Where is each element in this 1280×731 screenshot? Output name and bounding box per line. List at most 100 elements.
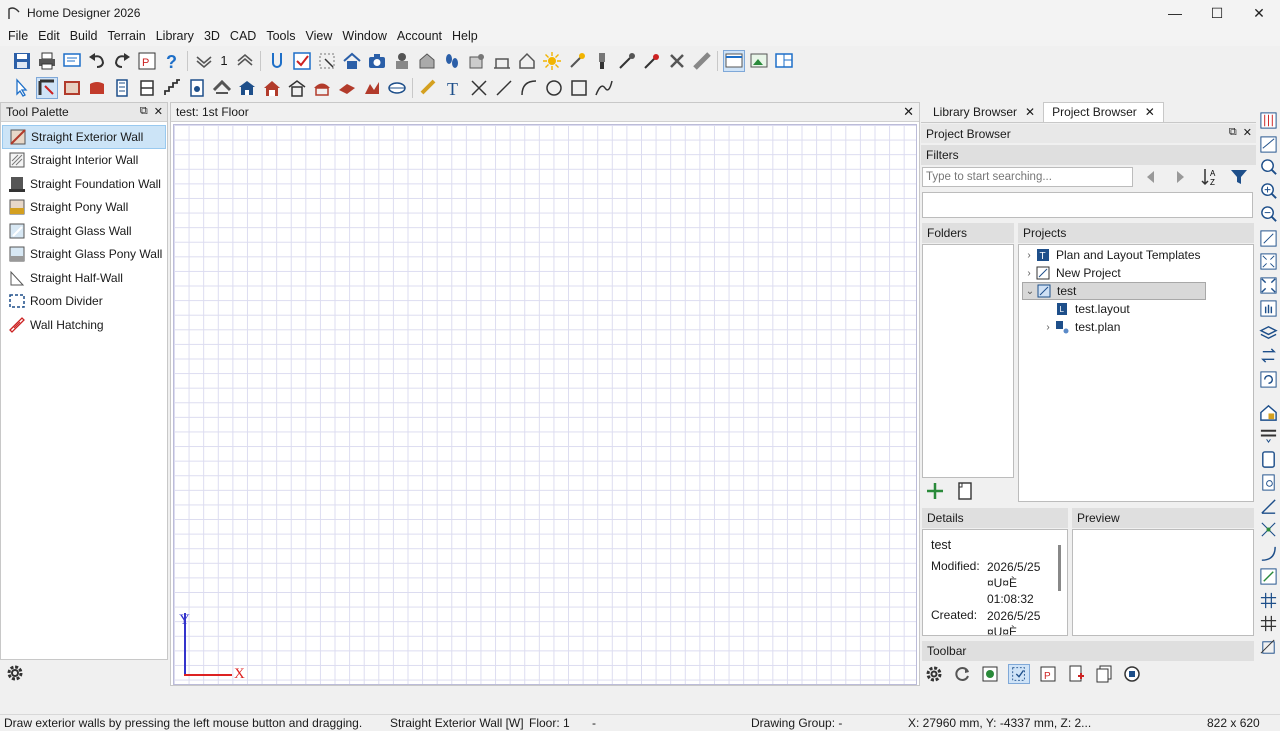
palette-item-straight-half-wall[interactable]: Straight Half-Wall <box>2 266 166 290</box>
close-icon[interactable]: ✕ <box>903 104 914 120</box>
plan-view-icon[interactable]: P <box>136 50 158 72</box>
menu-build[interactable]: Build <box>65 26 103 46</box>
menu-3d[interactable]: 3D <box>199 26 225 46</box>
material-eyedropper-icon[interactable] <box>616 50 638 72</box>
line-icon[interactable] <box>493 77 515 99</box>
tree-item-test-plan[interactable]: › test.plan <box>1041 318 1221 336</box>
expand-arrow[interactable]: › <box>1041 322 1055 333</box>
filter-icon[interactable] <box>1229 167 1249 187</box>
porch-icon[interactable] <box>286 77 308 99</box>
cad-point-icon[interactable] <box>468 77 490 99</box>
copy-icon[interactable] <box>1094 664 1114 684</box>
house-icon[interactable] <box>341 50 363 72</box>
materials-icon[interactable] <box>691 50 713 72</box>
garage-icon[interactable] <box>261 77 283 99</box>
undo-icon[interactable] <box>86 50 108 72</box>
palette-item-straight-interior-wall[interactable]: Straight Interior Wall <box>2 149 166 173</box>
delete-surface-icon[interactable] <box>666 50 688 72</box>
new-file-icon[interactable] <box>1066 664 1086 684</box>
palette-item-room-divider[interactable]: Room Divider <box>2 290 166 314</box>
menu-terrain[interactable]: Terrain <box>103 26 151 46</box>
palette-item-straight-glass-wall[interactable]: Straight Glass Wall <box>2 219 166 243</box>
forward-arrow-icon[interactable] <box>1172 169 1188 185</box>
refresh-icon[interactable] <box>952 664 972 684</box>
stairs-icon[interactable] <box>161 77 183 99</box>
door-icon[interactable] <box>111 77 133 99</box>
gear-icon[interactable] <box>924 664 944 684</box>
zoom-page-icon[interactable] <box>1257 472 1279 494</box>
rotate-view-icon[interactable] <box>1257 368 1279 390</box>
circle-icon[interactable] <box>543 77 565 99</box>
search-input[interactable]: Type to start searching... <box>922 167 1133 187</box>
tree-item-test-layout[interactable]: L test.layout <box>1041 300 1221 318</box>
text-icon[interactable]: T <box>443 77 465 99</box>
window-icon[interactable] <box>136 77 158 99</box>
palette-item-straight-glass-pony-wall[interactable]: Straight Glass Pony Wall <box>2 243 166 267</box>
back-arrow-icon[interactable] <box>1143 169 1159 185</box>
menu-tools[interactable]: Tools <box>261 26 300 46</box>
palette-item-straight-foundation-wall[interactable]: Straight Foundation Wall <box>2 172 166 196</box>
backup-icon[interactable] <box>1122 664 1142 684</box>
fixture-icon[interactable] <box>186 77 208 99</box>
deck-icon[interactable] <box>236 77 258 99</box>
layout-panel-icon[interactable] <box>1257 110 1279 132</box>
arc-icon[interactable] <box>518 77 540 99</box>
layers-icon[interactable] <box>1257 321 1279 343</box>
plan-overview-icon[interactable] <box>1257 133 1279 155</box>
floor-surface-icon[interactable] <box>336 77 358 99</box>
float-icon[interactable]: ⧉ <box>1229 126 1237 139</box>
expand-arrow[interactable]: › <box>1022 250 1036 261</box>
tree-item-new-project[interactable]: › New Project <box>1022 264 1242 282</box>
floor-down-icon[interactable] <box>193 50 215 72</box>
tape-tool-icon[interactable] <box>266 50 288 72</box>
select-project-icon[interactable] <box>1008 664 1030 684</box>
close-icon[interactable]: ✕ <box>1243 126 1252 139</box>
minimize-button[interactable]: — <box>1154 0 1196 26</box>
tab-project-browser[interactable]: Project Browser ✕ <box>1043 102 1164 122</box>
sort-icon[interactable]: AZ <box>1200 167 1220 187</box>
dimension-icon[interactable] <box>418 77 440 99</box>
tree-item-test[interactable]: ⌄ test <box>1022 282 1206 300</box>
swap-view-icon[interactable] <box>1257 345 1279 367</box>
gear-icon[interactable] <box>5 663 25 683</box>
doll-house-icon[interactable] <box>416 50 438 72</box>
select-objects-icon[interactable] <box>291 50 313 72</box>
camera-icon[interactable] <box>366 50 388 72</box>
menu-library[interactable]: Library <box>151 26 199 46</box>
menu-window[interactable]: Window <box>337 26 391 46</box>
drawing-canvas[interactable]: Y X <box>173 124 917 685</box>
framing-icon[interactable] <box>516 50 538 72</box>
zoom-selection-icon[interactable] <box>1257 227 1279 249</box>
wall-tool-icon[interactable] <box>35 76 58 99</box>
menu-file[interactable]: File <box>3 26 33 46</box>
plan-tab[interactable]: test: 1st Floor ✕ <box>171 103 919 122</box>
details-scrollbar[interactable] <box>1058 545 1061 591</box>
edit-handles-icon[interactable] <box>1257 636 1279 658</box>
object-snap-icon[interactable] <box>1257 519 1279 541</box>
light-icon[interactable] <box>566 50 588 72</box>
plan-window-icon[interactable] <box>722 49 745 72</box>
overview-icon[interactable] <box>391 50 413 72</box>
redo-icon[interactable] <box>111 50 133 72</box>
expand-arrow[interactable]: › <box>1022 268 1036 279</box>
elevation-icon[interactable] <box>491 50 513 72</box>
palette-item-wall-hatching[interactable]: Wall Hatching <box>2 313 166 337</box>
menu-cad[interactable]: CAD <box>225 26 261 46</box>
print-icon[interactable] <box>36 50 58 72</box>
zoom-in-icon[interactable] <box>1257 180 1279 202</box>
add-folder-icon[interactable] <box>925 481 947 503</box>
help-icon[interactable]: ? <box>161 50 183 72</box>
zoom-out-icon[interactable] <box>1257 204 1279 226</box>
menu-account[interactable]: Account <box>392 26 447 46</box>
adjust-material-icon[interactable] <box>641 50 663 72</box>
fill-building-icon[interactable] <box>1257 274 1279 296</box>
grid-icon[interactable] <box>1257 589 1279 611</box>
projects-tree[interactable]: › T Plan and Layout Templates › New Proj… <box>1018 244 1254 502</box>
tile-windows-icon[interactable] <box>773 50 795 72</box>
box-icon[interactable] <box>568 77 590 99</box>
roof-icon[interactable] <box>211 77 233 99</box>
page-icon[interactable] <box>1257 448 1279 470</box>
close-icon[interactable]: ✕ <box>154 105 163 118</box>
new-document-icon[interactable] <box>955 481 977 503</box>
palette-item-straight-pony-wall[interactable]: Straight Pony Wall <box>2 196 166 220</box>
